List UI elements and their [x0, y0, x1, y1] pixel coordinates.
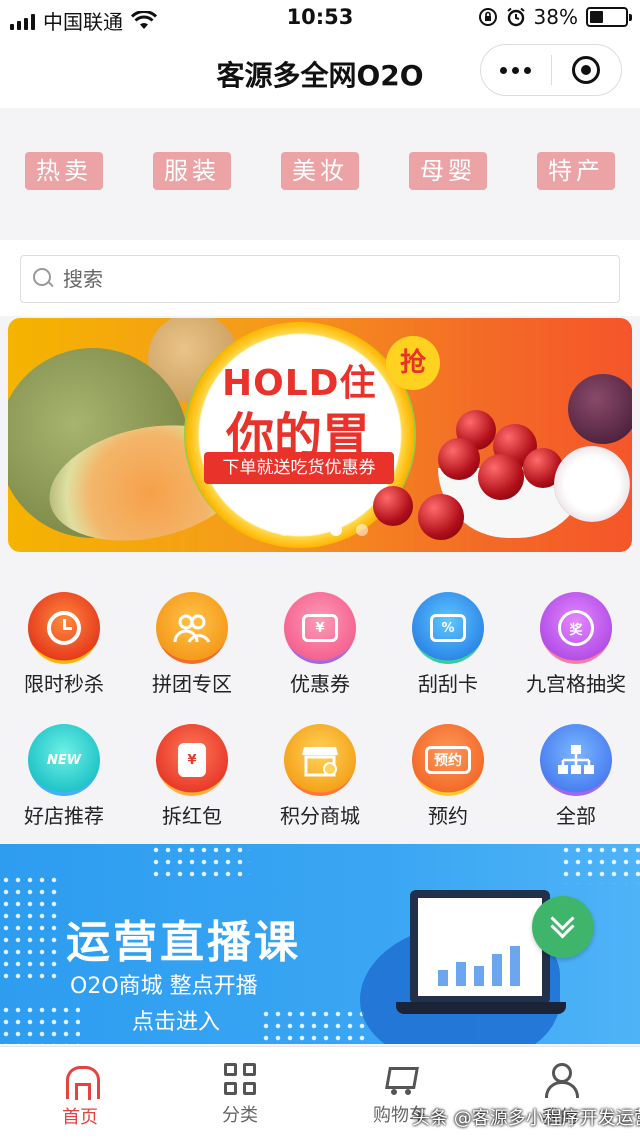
all-categories-icon	[540, 724, 612, 796]
promo-ribbon: 下单就送吃货优惠券	[204, 452, 394, 484]
carousel-dots	[278, 524, 368, 536]
feature-coupon[interactable]: ¥ 优惠券	[256, 592, 384, 697]
category-tag-hot[interactable]: 热卖	[25, 152, 103, 190]
cherry-image	[438, 438, 480, 480]
watermark-text: 头条 @客源多小程序开发运营	[412, 1108, 640, 1129]
home-icon	[63, 1063, 100, 1100]
course-enter-text: 点击进入	[132, 1010, 221, 1035]
mangosteen-image	[554, 446, 630, 522]
category-tag-beauty[interactable]: 美妆	[281, 152, 359, 190]
dot-pattern-decor	[260, 1008, 370, 1044]
feature-label: 全部	[556, 804, 596, 828]
user-icon	[543, 1063, 579, 1098]
tab-category[interactable]: 分类	[180, 1063, 300, 1127]
battery-fill	[590, 11, 603, 23]
reservation-icon: 预约	[412, 724, 484, 796]
tab-home[interactable]: 首页	[20, 1063, 140, 1129]
feature-label: 预约	[428, 804, 468, 828]
feature-scratch-card[interactable]: % 刮刮卡	[384, 592, 512, 697]
rotation-lock-icon	[478, 8, 497, 26]
search-box[interactable]	[20, 255, 620, 303]
search-bar	[0, 240, 640, 316]
category-tag-specialty[interactable]: 特产	[537, 152, 615, 190]
group-icon	[156, 592, 228, 664]
feature-group-buy[interactable]: 拼团专区	[128, 592, 256, 697]
scratch-card-icon: %	[412, 592, 484, 664]
carousel-dot[interactable]	[304, 524, 316, 536]
feature-recommended-shops[interactable]: NEW 好店推荐	[0, 724, 128, 829]
status-right: 38%	[478, 5, 632, 29]
scroll-down-button[interactable]	[532, 896, 594, 958]
coupon-icon: ¥	[284, 592, 356, 664]
feature-label: 好店推荐	[24, 804, 104, 828]
category-grid-icon	[224, 1063, 256, 1095]
cherry-image	[373, 486, 413, 526]
feature-points-mall[interactable]: 积分商城	[256, 724, 384, 829]
search-icon	[33, 268, 55, 290]
alarm-icon	[506, 7, 525, 27]
feature-label: 限时秒杀	[24, 672, 104, 696]
feature-grid: 限时秒杀 拼团专区 ¥ 优惠券 % 刮刮卡 奖 九宫格抽奖 NEW 好店推荐 ¥…	[0, 556, 640, 842]
carousel-dot-active[interactable]	[330, 524, 342, 536]
dot-pattern-decor	[150, 844, 250, 880]
carousel-dot[interactable]	[278, 524, 290, 536]
search-input[interactable]	[63, 267, 583, 291]
course-title: 运营直播课	[66, 917, 301, 968]
cherry-image	[418, 494, 464, 540]
feature-reservation[interactable]: 预约 预约	[384, 724, 512, 829]
more-dots-icon[interactable]	[481, 66, 551, 74]
battery-percent: 38%	[533, 5, 578, 29]
battery-icon	[586, 7, 632, 27]
lottery-icon: 奖	[540, 592, 612, 664]
tab-label: 首页	[62, 1107, 98, 1128]
category-tag-clothing[interactable]: 服装	[153, 152, 231, 190]
dot-pattern-decor	[560, 844, 640, 884]
feature-label: 拼团专区	[152, 672, 232, 696]
course-subtitle: O2O商城 整点开播	[70, 974, 258, 999]
feature-all[interactable]: 全部	[512, 724, 640, 829]
carousel-dot[interactable]	[356, 524, 368, 536]
app-root: 中国联通 10:53 38% 客源多全网O2O 热卖 服装 美妆 母婴 特产 搜…	[0, 0, 640, 1138]
dot-pattern-decor	[0, 874, 60, 984]
category-tag-row: 热卖 服装 美妆 母婴 特产	[0, 108, 640, 240]
feature-label: 优惠券	[290, 672, 350, 696]
grab-badge: 抢	[386, 336, 440, 390]
close-target-button[interactable]	[552, 56, 622, 84]
close-target-icon	[572, 56, 601, 84]
category-tag-baby[interactable]: 母婴	[409, 152, 487, 190]
feature-label: 积分商城	[280, 804, 360, 828]
mini-program-capsule	[480, 44, 622, 96]
nav-bar: 客源多全网O2O	[0, 36, 640, 108]
cart-icon	[383, 1063, 417, 1095]
tab-label: 分类	[222, 1105, 258, 1126]
laptop-illustration	[410, 890, 550, 1004]
cherry-image	[478, 454, 524, 500]
mangosteen-image	[568, 374, 632, 444]
feature-red-envelope[interactable]: ¥ 拆红包	[128, 724, 256, 829]
laptop-base	[396, 1002, 566, 1014]
dot-pattern-decor	[0, 1004, 80, 1044]
feature-flash-sale[interactable]: 限时秒杀	[0, 592, 128, 697]
alarm-clock-icon	[28, 592, 100, 664]
status-bar: 中国联通 10:53 38%	[0, 0, 640, 36]
feature-lottery[interactable]: 奖 九宫格抽奖	[512, 592, 640, 697]
new-shop-icon: NEW	[28, 724, 100, 796]
points-mall-icon	[284, 724, 356, 796]
feature-label: 九宫格抽奖	[526, 672, 626, 696]
feature-label: 拆红包	[162, 804, 222, 828]
feature-label: 刮刮卡	[418, 672, 478, 696]
promo-banner[interactable]: HOLD住 你的胃 抢 下单就送吃货优惠券	[8, 318, 632, 552]
red-envelope-icon: ¥	[156, 724, 228, 796]
double-chevron-down-icon	[552, 916, 574, 938]
